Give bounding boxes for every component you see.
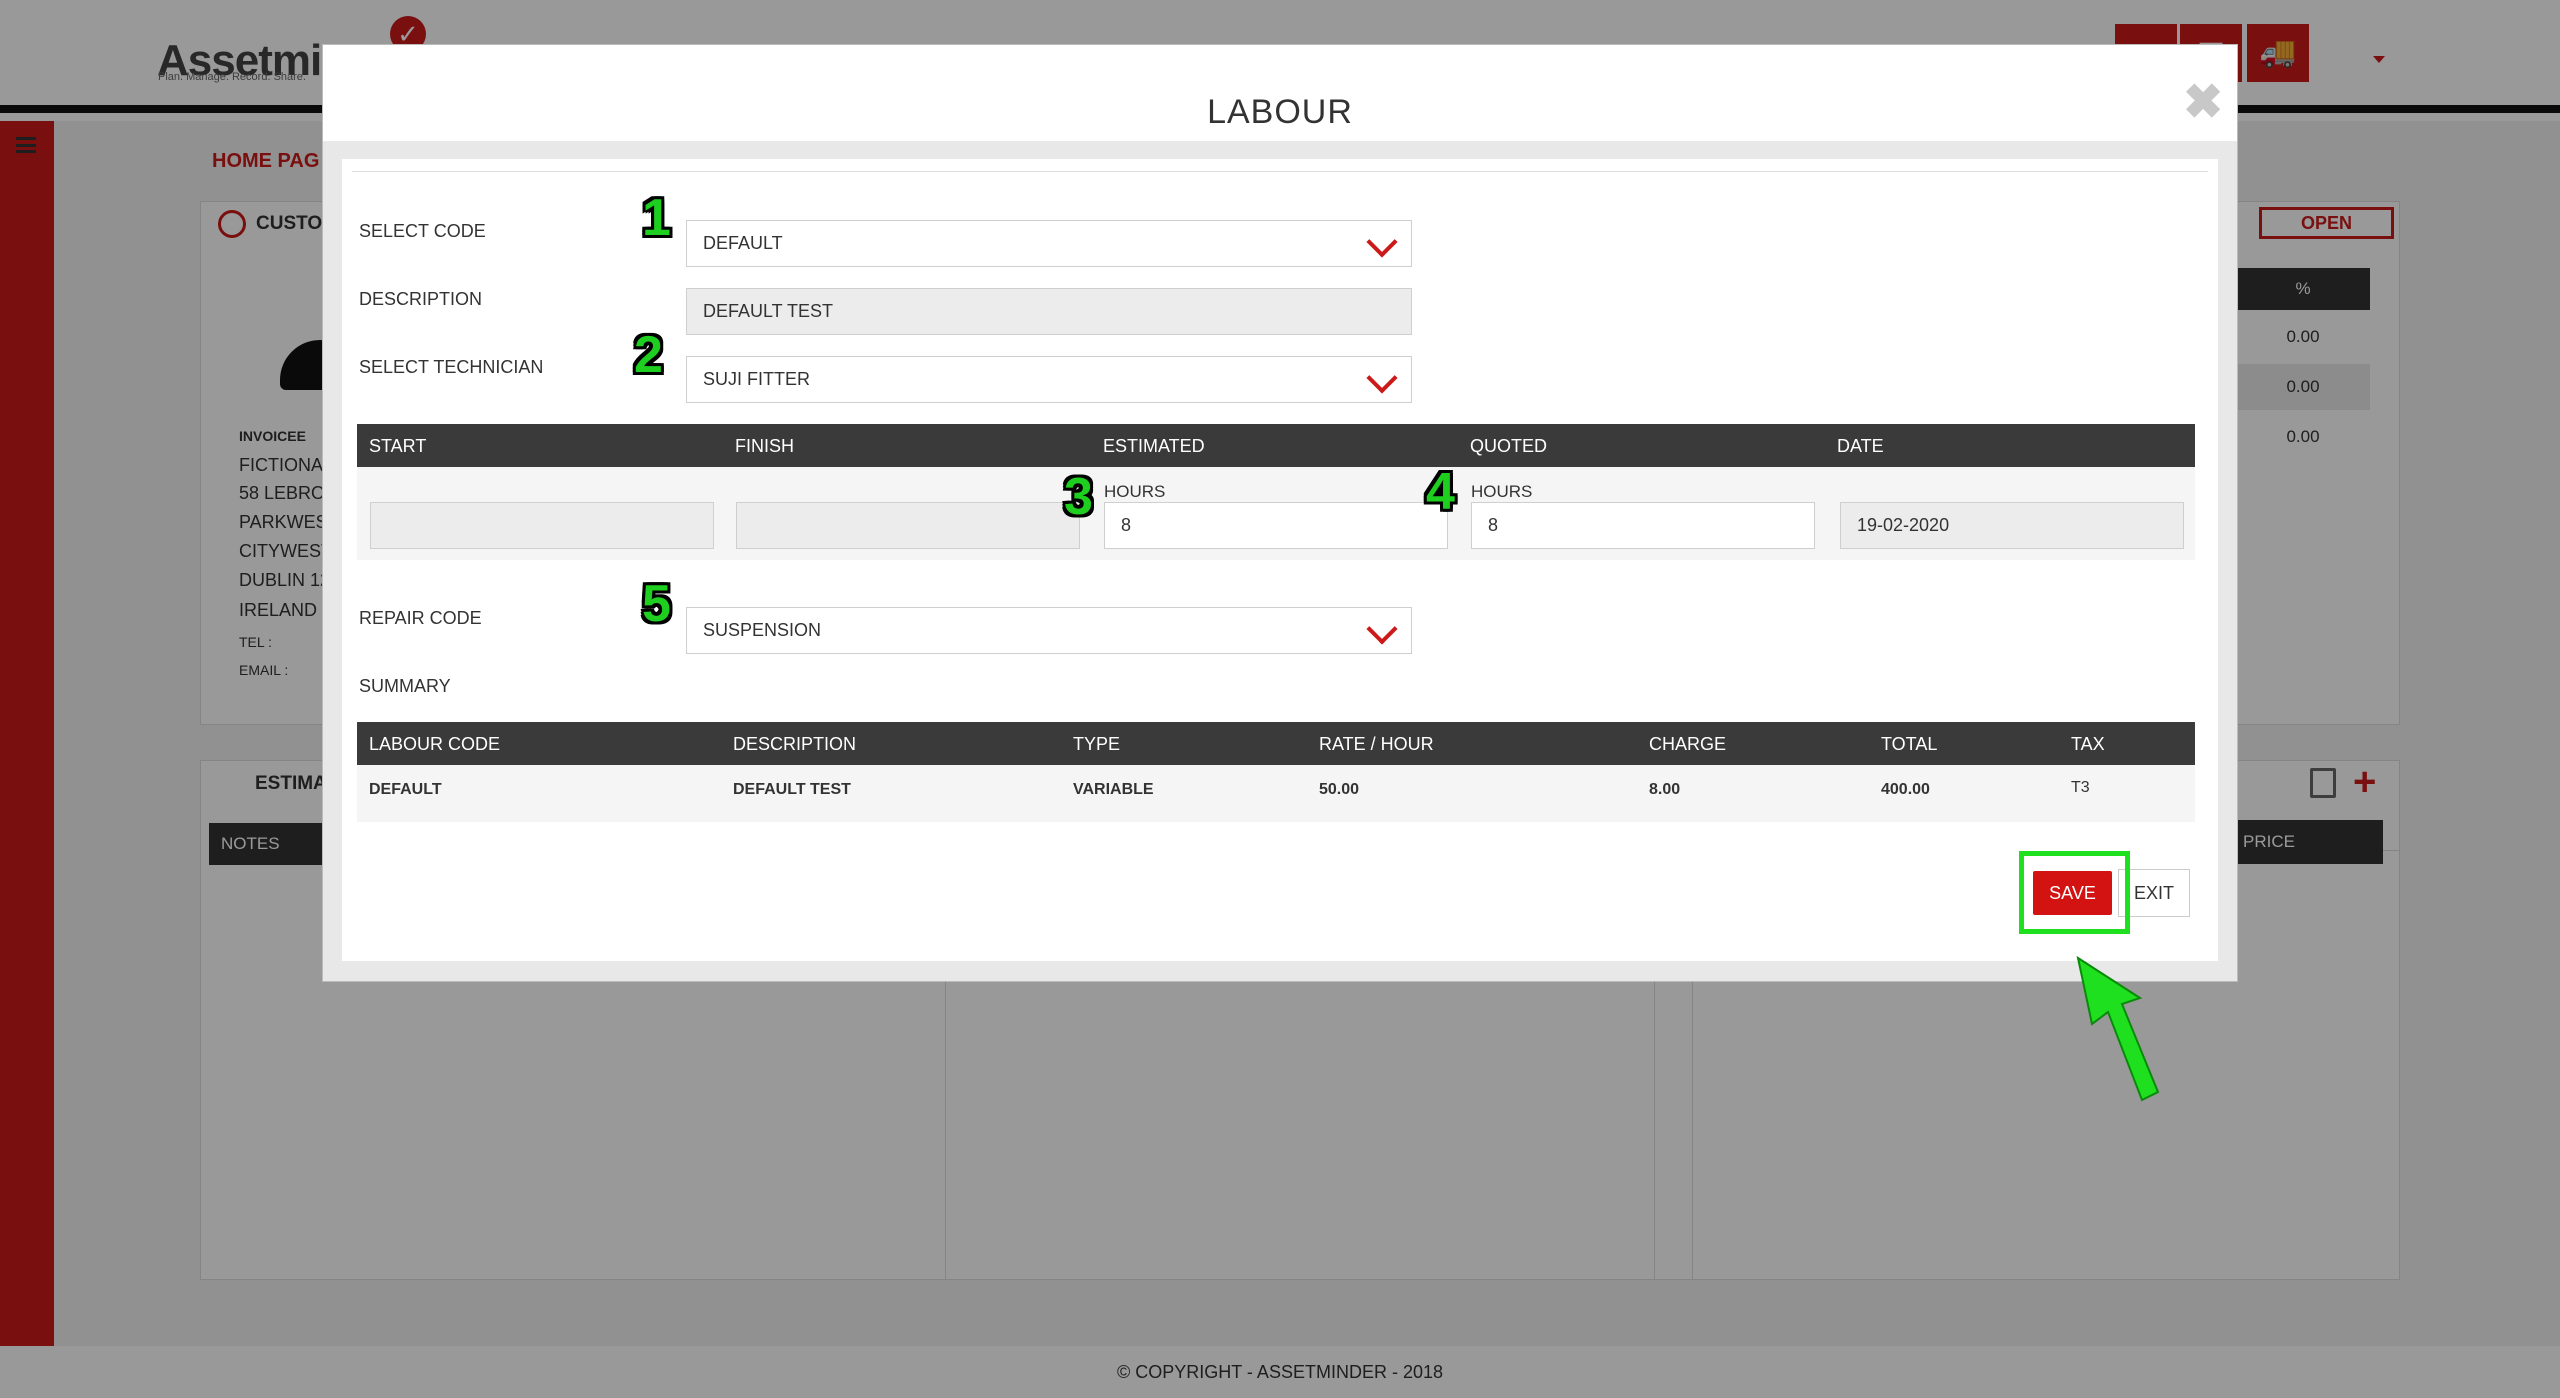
column-header-labour-code: LABOUR CODE (369, 734, 501, 754)
finish-input[interactable] (736, 502, 1080, 549)
column-header-start: START (369, 436, 427, 456)
row-description: DEFAULT TEST (733, 781, 851, 798)
column-header-rate-hour: RATE / HOUR (1319, 734, 1434, 754)
date-input[interactable]: 19-02-2020 (1840, 502, 2184, 549)
chevron-down-icon (1366, 226, 1398, 258)
column-header-finish: FINISH (735, 436, 795, 456)
summary-table-header: LABOUR CODE DESCRIPTION TYPE RATE / HOUR… (357, 722, 2195, 765)
estimated-hours-label: HOURS (1104, 482, 1166, 501)
pointer-arrow-icon (2076, 955, 2160, 1102)
select-technician-dropdown[interactable]: SUJI FITTER (686, 356, 1412, 403)
column-header-estimated: ESTIMATED (1103, 436, 1205, 456)
modal-title: LABOUR (1207, 93, 1353, 131)
row-labour-code: DEFAULT (369, 781, 442, 798)
quoted-hours-label: HOURS (1471, 482, 1533, 501)
column-header-type: TYPE (1073, 734, 1121, 754)
step-marker-5: 5 (642, 575, 671, 633)
repair-code-dropdown[interactable]: SUSPENSION (686, 607, 1412, 654)
repair-code-value: SUSPENSION (703, 620, 822, 640)
step-marker-3: 3 (1064, 468, 1093, 526)
description-value: DEFAULT TEST (703, 301, 834, 321)
row-tax: T3 (2071, 779, 2090, 796)
column-header-date: DATE (1837, 436, 1884, 456)
start-input[interactable] (370, 502, 714, 549)
step-marker-1: 1 (642, 189, 671, 247)
description-label: DESCRIPTION (359, 289, 483, 309)
divider (352, 171, 2208, 172)
modal-header: LABOUR ✖ (323, 45, 2237, 141)
step-marker-4: 4 (1426, 463, 1455, 521)
select-code-value: DEFAULT (703, 233, 783, 253)
time-table-header: START FINISH ESTIMATED QUOTED DATE (357, 424, 2195, 467)
select-technician-label: SELECT TECHNICIAN (359, 357, 544, 377)
quoted-hours-input[interactable]: 8 (1471, 502, 1815, 549)
row-type: VARIABLE (1073, 781, 1154, 798)
step-marker-2: 2 (634, 326, 663, 384)
save-highlight-box (2019, 851, 2130, 934)
row-total: 400.00 (1881, 781, 1930, 798)
select-technician-value: SUJI FITTER (703, 369, 810, 389)
description-field: DEFAULT TEST (686, 288, 1412, 335)
column-header-tax: TAX (2071, 734, 2105, 754)
select-code-label: SELECT CODE (359, 221, 486, 241)
column-header-description: DESCRIPTION (733, 734, 857, 754)
select-code-dropdown[interactable]: DEFAULT (686, 220, 1412, 267)
column-header-quoted: QUOTED (1470, 436, 1548, 456)
column-header-charge: CHARGE (1649, 734, 1727, 754)
summary-label: SUMMARY (359, 676, 451, 696)
column-header-total: TOTAL (1881, 734, 1938, 754)
chevron-down-icon (1366, 613, 1398, 645)
row-rate-hour: 50.00 (1319, 781, 1360, 798)
repair-code-label: REPAIR CODE (359, 608, 482, 628)
estimated-hours-input[interactable]: 8 (1104, 502, 1448, 549)
close-icon[interactable]: ✖ (2183, 79, 2223, 127)
chevron-down-icon (1366, 362, 1398, 394)
modal-body (342, 159, 2218, 961)
row-charge: 8.00 (1649, 781, 1681, 798)
